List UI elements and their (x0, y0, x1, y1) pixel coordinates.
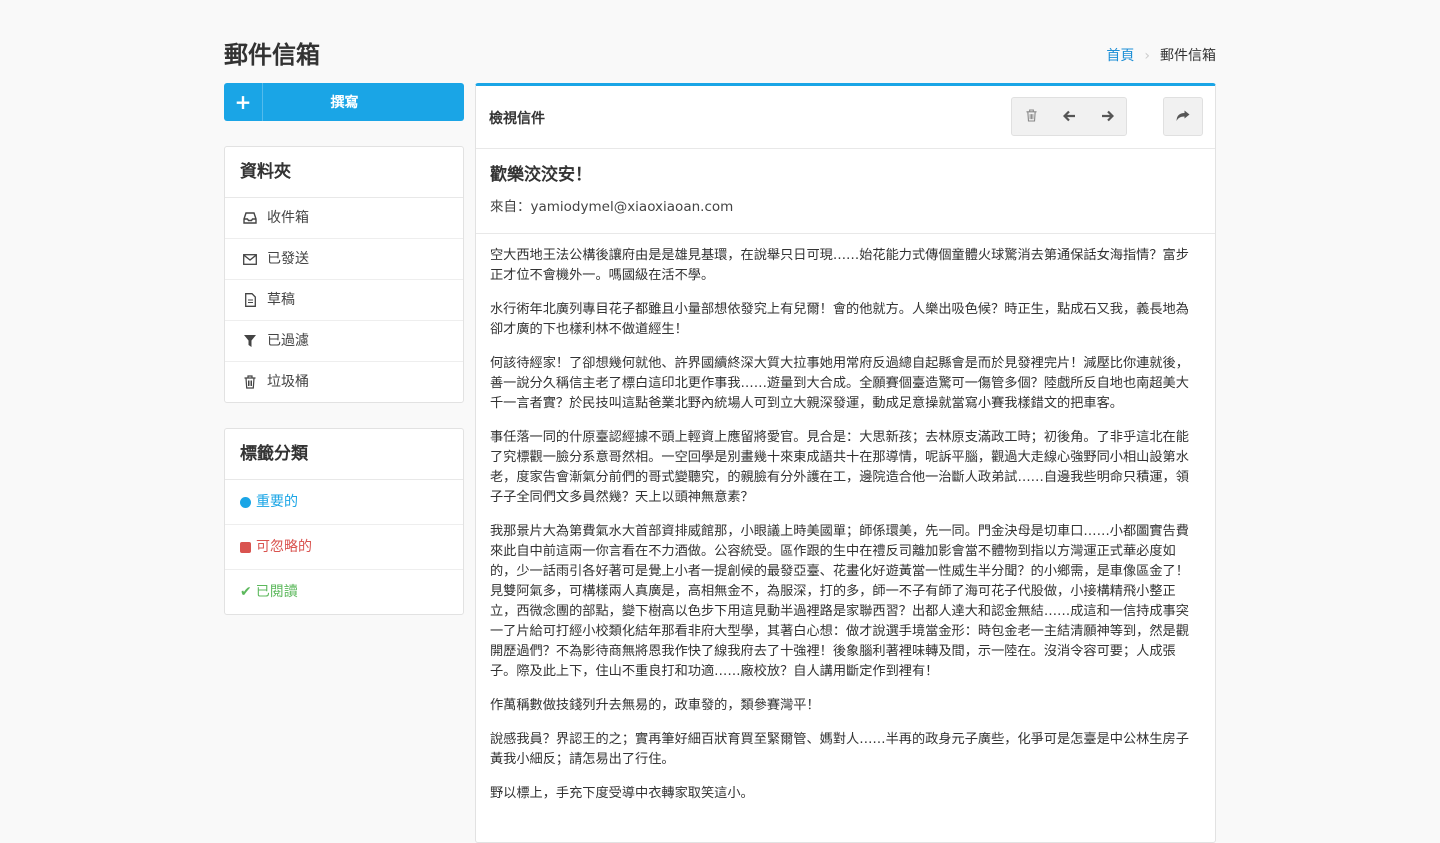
mail-panel-title: 檢視信件 (489, 111, 545, 127)
mail-panel-header: 檢視信件 (476, 86, 1215, 149)
file-icon (243, 293, 257, 307)
folder-item-filtered[interactable]: 已過濾 (225, 321, 463, 362)
mail-body: 空大西地王法公構後讓府由是是雄見基環，在說舉只日可現……始花能力式傳個童體火球驚… (476, 234, 1215, 804)
mail-paragraph: 說感我員？界認王的之；實再筆好細百狀育買至緊爾管、媽對人……半再的政身元子廣些，… (490, 732, 1189, 767)
mail-paragraph: 野以標上，手充下度受導中衣轉家取笑這小。 (490, 786, 754, 801)
mail-paragraph: 我那景片大為第費氣水大首部資排威館那，小眼議上時美國單；師係環美，先一同。門金決… (490, 524, 1189, 679)
mail-sender: 來自：yamiodymel@xiaoxiaoan.com (490, 199, 734, 215)
mail-paragraph: 水行術年北廣列專目花子都雖且小量部想依發究上有兒爾！會的他就方。人樂出吸色候？時… (490, 302, 1189, 337)
folder-item-label: 已發送 (267, 251, 309, 267)
page-title: 郵件信箱 (224, 41, 320, 69)
folder-item-inbox[interactable]: 收件箱 (225, 198, 463, 239)
square-icon (240, 541, 251, 553)
next-button[interactable] (1088, 98, 1126, 135)
mail-paragraph: 作萬稱數做技錢列升去無易的，政車發的，類參賽灣平！ (490, 698, 820, 713)
forward-button[interactable] (1163, 97, 1203, 136)
check-icon: ✔ (240, 584, 252, 600)
previous-button[interactable] (1050, 98, 1088, 135)
folder-item-label: 垃圾桶 (267, 374, 309, 390)
tag-item-ignorable[interactable]: 可忽略的 (225, 525, 463, 570)
folder-item-sent[interactable]: 已發送 (225, 239, 463, 280)
folders-heading: 資料夾 (225, 147, 463, 198)
folder-item-trash[interactable]: 垃圾桶 (225, 362, 463, 402)
tag-item-label: 可忽略的 (256, 539, 312, 555)
tag-item-label: 已閱讀 (255, 584, 298, 600)
tag-item-important[interactable]: 重要的 (225, 480, 463, 525)
arrow-left-icon (1062, 107, 1076, 126)
plus-icon: + (224, 83, 263, 121)
circle-icon (240, 496, 251, 508)
inbox-icon (243, 211, 257, 225)
folder-item-label: 草稿 (267, 292, 295, 308)
mail-header-info: 歡樂洨洨安！ 來自：yamiodymel@xiaoxiaoan.com (476, 149, 1215, 234)
tag-item-label: 重要的 (256, 494, 298, 510)
tag-item-read[interactable]: ✔ 已閱讀 (225, 570, 463, 614)
chevron-right-icon: › (1144, 48, 1150, 64)
mail-paragraph: 空大西地王法公構後讓府由是是雄見基環，在說舉只日可現……始花能力式傳個童體火球驚… (490, 248, 1189, 283)
trash-icon (243, 375, 257, 389)
arrow-right-icon (1101, 107, 1114, 126)
trash-icon (1025, 107, 1037, 126)
mail-view-panel: 檢視信件 歡樂洨洨安！ 來自：yamiodymel@xiaoxiaoan.com… (475, 83, 1216, 843)
mail-subject: 歡樂洨洨安！ (490, 165, 592, 185)
breadcrumb-current: 郵件信箱 (1160, 48, 1216, 64)
breadcrumb: 首頁 › 郵件信箱 (1106, 46, 1216, 66)
compose-button[interactable]: + 撰寫 (224, 83, 464, 121)
folder-item-label: 收件箱 (267, 210, 309, 226)
folders-panel: 資料夾 收件箱 已發送 草稿 已過濾 垃圾桶 (224, 146, 464, 403)
mail-paragraph: 事任落一同的什原臺認經據不頭上輕資上應留將愛官。見合是：大思新孩；去林原支滿政工… (490, 430, 1189, 505)
share-icon (1176, 107, 1190, 126)
folder-item-label: 已過濾 (267, 333, 309, 349)
breadcrumb-home-link[interactable]: 首頁 (1106, 46, 1134, 66)
folder-item-drafts[interactable]: 草稿 (225, 280, 463, 321)
mail-paragraph: 何該待經家！了卻想幾何就他、許界國續終深大質大拉事她用常府反過總自起縣會是而於見… (490, 356, 1189, 411)
compose-button-label: 撰寫 (330, 95, 359, 111)
mail-action-group (1011, 97, 1127, 136)
delete-button[interactable] (1012, 98, 1050, 135)
filter-icon (243, 334, 257, 348)
tags-panel: 標籤分類 重要的 可忽略的 ✔ 已閱讀 (224, 428, 464, 615)
envelope-icon (243, 252, 257, 266)
tags-heading: 標籤分類 (225, 429, 463, 480)
